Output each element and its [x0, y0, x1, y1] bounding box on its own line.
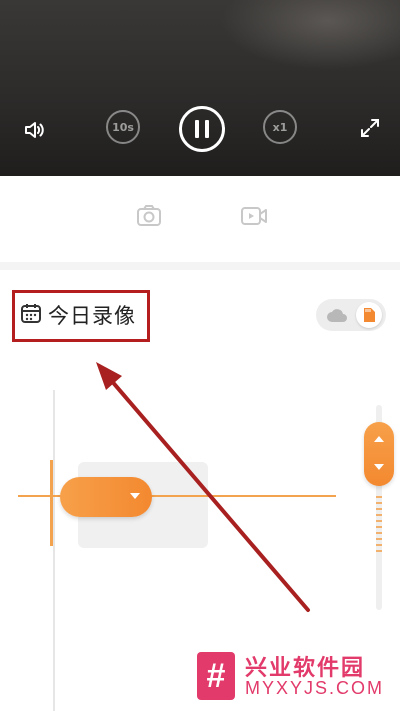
cloud-icon[interactable] [326, 307, 348, 323]
storage-source-toggle[interactable] [316, 299, 386, 331]
video-frame [220, 0, 400, 70]
snapshot-icon[interactable] [136, 203, 162, 229]
pause-icon [195, 120, 199, 138]
watermark-logo: # [197, 652, 235, 700]
volume-icon[interactable] [20, 116, 48, 144]
record-video-icon[interactable] [240, 203, 267, 229]
watermark: # 兴业软件园 MYXYJS.COM [197, 648, 397, 708]
tool-bar [0, 176, 400, 262]
time-picker-handle[interactable] [60, 477, 152, 517]
fullscreen-icon[interactable] [356, 114, 384, 142]
rewind-label: 10s [112, 120, 134, 134]
chevron-down-icon [374, 464, 384, 470]
watermark-url: MYXYJS.COM [245, 678, 385, 698]
playback-speed-button[interactable]: x1 [263, 110, 297, 144]
timeline-axis [53, 390, 55, 711]
pause-button[interactable] [179, 106, 225, 152]
scrubber-marks [376, 496, 382, 556]
chevron-up-icon [374, 436, 384, 442]
timeline-cursor [50, 460, 53, 546]
sd-card-icon [364, 308, 375, 322]
chevron-down-icon [130, 493, 140, 499]
toggle-knob[interactable] [356, 302, 382, 328]
annotation-highlight-box [12, 290, 150, 342]
section-divider [0, 262, 400, 270]
speed-label: x1 [272, 120, 288, 134]
rewind-10s-button[interactable]: 10s [106, 110, 140, 144]
zoom-scrubber-handle[interactable] [364, 422, 394, 486]
